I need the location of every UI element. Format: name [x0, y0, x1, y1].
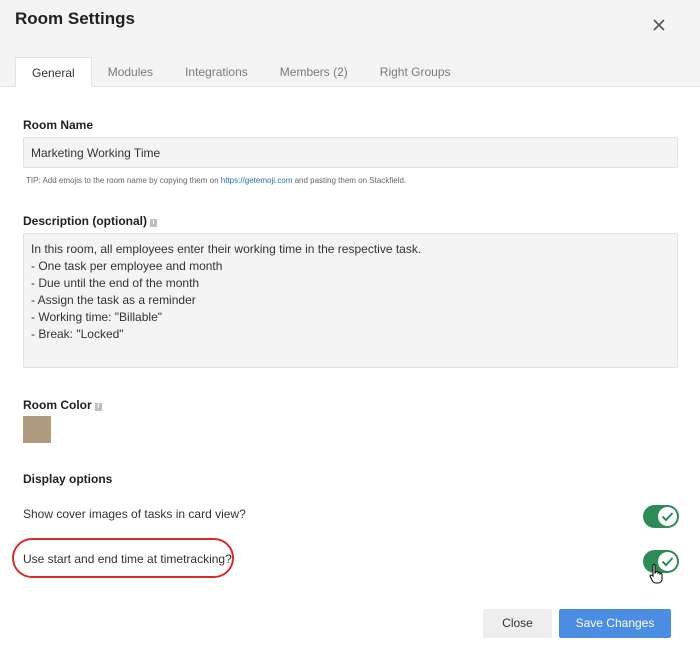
info-icon[interactable]: i	[150, 219, 157, 227]
tab-general[interactable]: General	[15, 57, 92, 87]
tab-integrations[interactable]: Integrations	[169, 57, 264, 87]
description-line: - One task per employee and month	[31, 259, 223, 273]
hand-cursor-icon	[648, 563, 666, 590]
display-options-label: Display options	[23, 472, 113, 486]
tip-text-suffix: and pasting them on Stackfield.	[292, 176, 407, 185]
tab-right-groups[interactable]: Right Groups	[364, 57, 467, 87]
description-label: Description (optional) i	[23, 214, 157, 228]
description-line: - Due until the end of the month	[31, 276, 200, 290]
description-line: - Assign the task as a reminder	[31, 293, 196, 307]
timetracking-option-label: Use start and end time at timetracking?	[23, 552, 232, 566]
tab-members[interactable]: Members (2)	[264, 57, 364, 87]
close-icon[interactable]	[648, 14, 670, 36]
room-color-label-text: Room Color	[23, 398, 92, 412]
check-icon	[658, 507, 677, 526]
dialog-header: Room Settings General Modules Integratio…	[0, 0, 700, 87]
room-name-tip: TIP: Add emojis to the room name by copy…	[26, 176, 406, 185]
getemoji-link[interactable]: https://getemoji.com	[221, 176, 293, 185]
room-name-label: Room Name	[23, 118, 94, 132]
description-line: - Break: "Locked"	[31, 327, 124, 341]
close-button[interactable]: Close	[483, 609, 552, 638]
cover-images-option-label: Show cover images of tasks in card view?	[23, 507, 246, 521]
tab-modules[interactable]: Modules	[92, 57, 169, 87]
info-icon[interactable]: i	[94, 403, 102, 411]
tab-bar: General Modules Integrations Members (2)…	[15, 57, 467, 87]
description-label-text: Description (optional)	[23, 214, 147, 228]
tip-text: TIP: Add emojis to the room name by copy…	[26, 176, 221, 185]
description-textarea[interactable]: In this room, all employees enter their …	[23, 233, 678, 368]
room-color-swatch[interactable]	[23, 416, 51, 443]
description-line: - Working time: "Billable"	[31, 310, 163, 324]
dialog-title: Room Settings	[15, 9, 135, 28]
save-changes-button[interactable]: Save Changes	[559, 609, 671, 638]
room-color-label: Room Color i	[23, 398, 102, 412]
room-name-input[interactable]: Marketing Working Time	[23, 137, 678, 168]
description-line: In this room, all employees enter their …	[31, 242, 422, 256]
cover-images-toggle[interactable]	[643, 505, 679, 528]
